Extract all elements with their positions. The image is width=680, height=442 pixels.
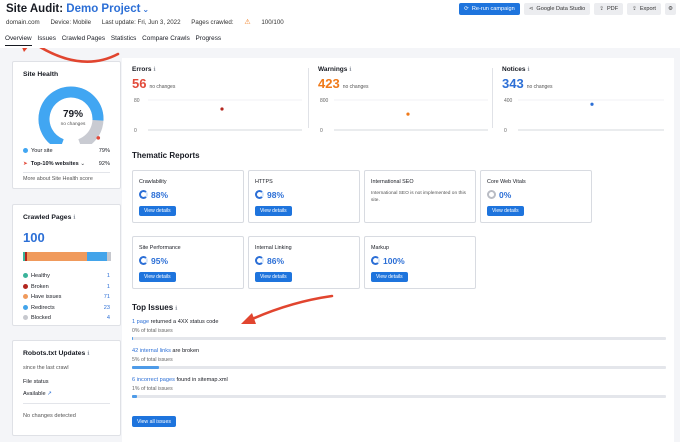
tab-crawled-pages[interactable]: Crawled Pages [62,35,105,42]
project-name[interactable]: Demo Project [66,3,140,15]
title-prefix: Site Audit: [6,3,64,15]
pages-crawled-value: 100/100 [261,19,284,26]
tab-bar: Overview Issues Crawled Pages Statistics… [5,35,225,46]
google-data-studio-button[interactable]: ⋖ Google Data Studio [523,3,591,15]
arrowhead [241,313,256,324]
rerun-label: Re-run campaign [471,6,515,12]
gear-icon: ⚙ [667,6,673,12]
chevron-down-icon[interactable]: ⌄ [142,5,149,14]
annotation-arrow-tabs [39,48,120,63]
export-label: Export [639,6,656,12]
gds-label: Google Data Studio [536,6,586,12]
upload-icon: ⇪ [599,6,604,12]
project-selector[interactable]: Demo Project ⌄ [66,3,149,15]
domain-label: domain.com [6,19,40,26]
audit-meta: domain.com Device: Mobile Last update: F… [6,18,302,26]
annotation-arrows [22,48,334,324]
pages-crawled: Pages crawled: ⚠ 100/100 [191,19,292,26]
tab-issues[interactable]: Issues [37,35,55,42]
settings-button[interactable]: ⚙ [664,3,676,15]
tab-progress[interactable]: Progress [196,35,222,42]
pdf-button[interactable]: ⇪ PDF [594,3,624,15]
upload-icon: ⇪ [632,6,637,12]
header-actions: ⟳ Re-run campaign ⋖ Google Data Studio ⇪ PD… [459,3,676,15]
tab-compare-crawls[interactable]: Compare Crawls [142,35,190,42]
share-icon: ⋖ [528,6,534,12]
export-button[interactable]: ⇪ Export [627,3,661,15]
rerun-campaign-button[interactable]: ⟳ Re-run campaign [459,3,520,15]
last-update-label: Last update: Fri, Jun 3, 2022 [101,19,181,26]
pages-crawled-label: Pages crawled: [191,19,234,26]
page-header: Site Audit: Demo Project ⌄ domain.com Dev… [0,0,680,48]
refresh-icon: ⟳ [464,6,469,12]
arrowhead [22,48,28,52]
tab-overview[interactable]: Overview [5,35,32,46]
page-title: Site Audit: Demo Project ⌄ [6,3,149,15]
annotation-arrow-issues [248,294,334,322]
tab-statistics[interactable]: Statistics [111,35,137,42]
pdf-label: PDF [606,6,619,12]
warning-icon: ⚠ [244,19,251,26]
content-area: Site Health 79% no changes Your site 79%… [0,48,680,442]
device-label: Device: Mobile [50,19,92,26]
